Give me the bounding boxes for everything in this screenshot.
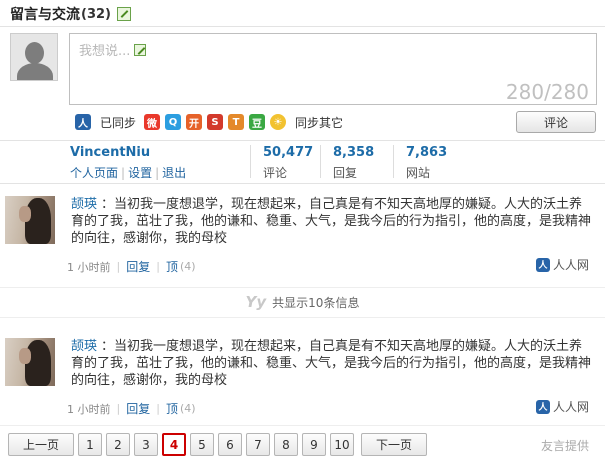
- comment-time: 1 小时前: [67, 402, 111, 416]
- source-label: 人人网: [552, 400, 589, 414]
- douban-icon[interactable]: 豆: [249, 114, 266, 130]
- user-name[interactable]: VincentNiu: [70, 145, 186, 160]
- user-block: VincentNiu 个人页面 | 设置 | 退出: [70, 145, 187, 180]
- settings-link[interactable]: 设置: [128, 166, 152, 180]
- comment-source[interactable]: 人 人人网: [535, 256, 589, 273]
- page-button-3[interactable]: 3: [134, 433, 158, 456]
- comment-body: ：当初我一度想退学，现在想起来，自己真是有不知天高地厚的嫌疑。人大的沃土养育的了…: [71, 197, 592, 246]
- comment-source[interactable]: 人 人人网: [535, 398, 589, 415]
- synced-label: 已同步: [100, 115, 137, 130]
- source-label: 人人网: [552, 258, 589, 272]
- comment-author[interactable]: 颉瑛: [71, 339, 97, 354]
- stat-value: 8,358: [333, 145, 375, 160]
- comment-body: ：当初我一度想退学，现在想起来，自己真是有不知天高地厚的嫌疑。人大的沃土养育的了…: [71, 339, 592, 388]
- tianya-icon[interactable]: T: [228, 114, 245, 130]
- stat-label: 网站: [406, 166, 431, 180]
- comment-placeholder: 我想说...: [79, 40, 147, 59]
- comment-button[interactable]: 评论: [516, 111, 596, 133]
- reply-link[interactable]: 回复: [126, 400, 150, 417]
- page-button-5[interactable]: 5: [190, 433, 214, 456]
- pagination: 上一页 1 2 3 4 5 6 7 8 9 10 下一页: [8, 433, 431, 456]
- pager-divider: [0, 425, 605, 426]
- user-avatar[interactable]: [5, 196, 55, 244]
- page-button-10[interactable]: 10: [330, 433, 354, 456]
- renren-icon: 人: [535, 257, 550, 272]
- edit-pencil-icon[interactable]: [116, 7, 131, 21]
- comment-text: 颉瑛 ：当初我一度想退学，现在想起来，自己真是有不知天高地厚的嫌疑。人大的沃土养育…: [71, 196, 591, 247]
- profile-link[interactable]: 个人页面: [70, 166, 118, 180]
- renren-icon: 人: [535, 399, 550, 414]
- reply-link[interactable]: 回复: [126, 258, 150, 275]
- upvote-count: (4): [179, 260, 196, 273]
- message-count: (32): [81, 6, 111, 22]
- page-button-9[interactable]: 9: [302, 433, 326, 456]
- default-avatar: [10, 33, 58, 81]
- share-sync-row: 人 已同步 微 Q 开 S T 豆 ☀ 同步其它: [75, 112, 343, 132]
- upvote-link[interactable]: 顶: [166, 400, 178, 417]
- prev-page-button[interactable]: 上一页: [8, 433, 74, 456]
- stat-label: 评论: [263, 166, 288, 180]
- char-counter: 280/280: [505, 80, 589, 104]
- upvote-link[interactable]: 顶: [166, 258, 178, 275]
- page-title: 留言与交流: [10, 7, 80, 23]
- stat-sites: 7,863 网站: [393, 145, 448, 180]
- next-page-button[interactable]: 下一页: [361, 433, 427, 456]
- post-divider: [0, 317, 605, 318]
- upvote-count: (4): [179, 402, 196, 415]
- comment-textarea[interactable]: 我想说... 280/280: [69, 33, 597, 105]
- comment-text: 颉瑛 ：当初我一度想退学，现在想起来，自己真是有不知天高地厚的嫌疑。人大的沃土养育…: [71, 338, 591, 389]
- compose-divider: [0, 140, 605, 141]
- page-button-8[interactable]: 8: [274, 433, 298, 456]
- comment-meta: 1 小时前 | 回复 | 顶 (4): [67, 258, 196, 275]
- page-button-7[interactable]: 7: [246, 433, 270, 456]
- stat-value: 7,863: [406, 145, 448, 160]
- page-button-1[interactable]: 1: [78, 433, 102, 456]
- page-button-2[interactable]: 2: [106, 433, 130, 456]
- provider-credit[interactable]: 友言提供: [541, 437, 589, 454]
- sync-other-link[interactable]: 同步其它: [295, 114, 343, 131]
- stat-replies: 8,358 回复: [320, 145, 375, 180]
- stat-label: 回复: [333, 166, 358, 180]
- sun-icon[interactable]: ☀: [270, 114, 287, 130]
- comment-time: 1 小时前: [67, 260, 111, 274]
- total-count-text: 共显示10条信息: [272, 295, 360, 310]
- header: 留言与交流 (32): [10, 4, 131, 24]
- stat-comments: 50,477 评论: [250, 145, 314, 180]
- user-divider: [0, 183, 605, 184]
- comment-meta: 1 小时前 | 回复 | 顶 (4): [67, 400, 196, 417]
- header-divider: [0, 26, 605, 27]
- qzone-icon[interactable]: Q: [165, 114, 182, 130]
- renren-icon[interactable]: 人: [75, 114, 91, 130]
- youyan-logo-icon: Yy: [245, 293, 267, 311]
- comment-author[interactable]: 颉瑛: [71, 197, 97, 212]
- page-button-6[interactable]: 6: [218, 433, 242, 456]
- edit-pencil-icon: [134, 43, 147, 56]
- logout-link[interactable]: 退出: [162, 166, 186, 180]
- sohu-icon[interactable]: S: [207, 114, 224, 130]
- total-count-line: Yy 共显示10条信息: [0, 288, 605, 316]
- weibo-icon[interactable]: 微: [144, 114, 161, 130]
- stat-value: 50,477: [263, 145, 314, 160]
- kaixin-icon[interactable]: 开: [186, 114, 203, 130]
- user-avatar[interactable]: [5, 338, 55, 386]
- page-button-4-current[interactable]: 4: [162, 433, 186, 456]
